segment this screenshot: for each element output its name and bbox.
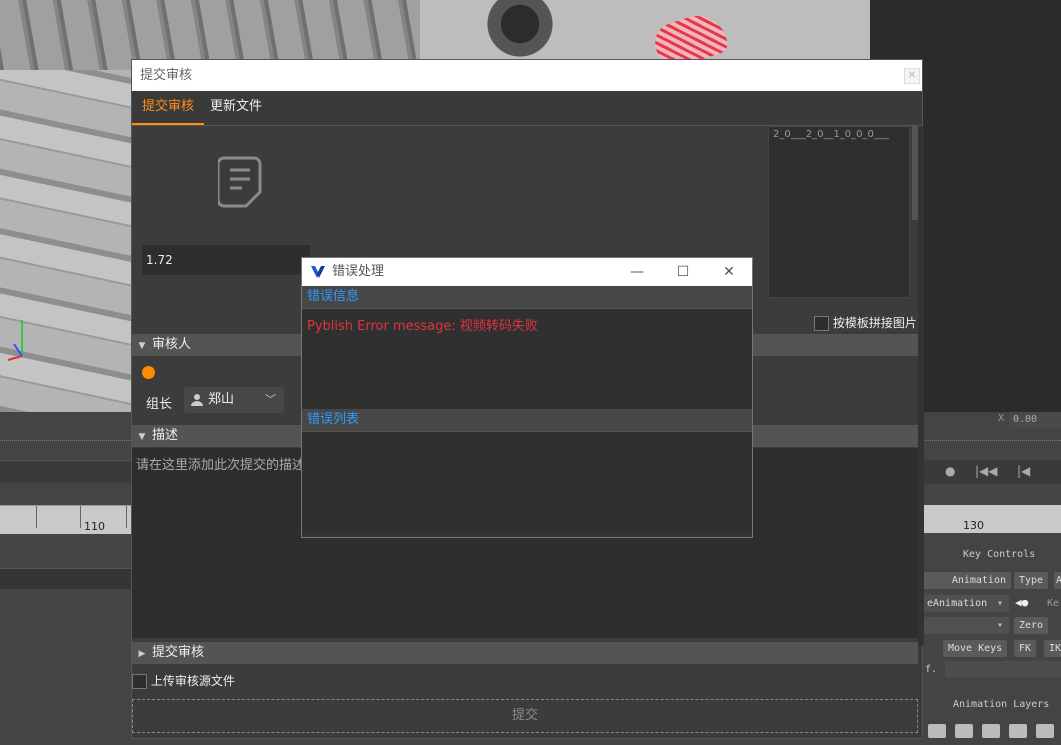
key-label: Ke	[1047, 598, 1060, 609]
close-icon[interactable]: ✕	[904, 68, 920, 84]
tab-submit-review[interactable]: 提交审核	[132, 91, 205, 125]
app-logo-icon	[311, 266, 325, 278]
layer-tools	[928, 723, 1058, 742]
preview-filename: 2_0___2_0__1_0_0_0___	[773, 129, 889, 140]
template-stitch-checkbox[interactable]	[814, 316, 829, 331]
time-field[interactable]: 0.00	[1009, 412, 1061, 428]
error-list[interactable]	[302, 432, 752, 532]
template-stitch-label: 按模板拼接图片	[832, 316, 917, 330]
timeline-ruler[interactable]: 110	[0, 505, 131, 534]
chevron-down-icon: ▾	[997, 620, 1004, 631]
chevron-down-icon: ﹀	[265, 393, 276, 406]
time-axis-label: X	[998, 413, 1005, 424]
type-button-extra[interactable]: A	[1054, 572, 1061, 589]
ik-button[interactable]: IK	[1044, 640, 1061, 657]
go-to-start-icon[interactable]: |◀◀	[975, 464, 998, 478]
record-icon[interactable]: ●	[945, 464, 955, 478]
dialog-titlebar[interactable]: 错误处理 — ☐ ✕	[302, 258, 752, 286]
key-controls-title: Key Controls	[963, 549, 1036, 560]
caret-down-icon: ▼	[138, 432, 146, 442]
axis-gizmo-icon	[7, 320, 23, 361]
maximize-icon[interactable]: ☐	[660, 258, 706, 286]
upload-source-label: 上传审核源文件	[150, 674, 235, 688]
role-label: 组长	[146, 397, 173, 412]
time-slider-track[interactable]	[0, 460, 131, 483]
timeline-left-row	[0, 568, 131, 589]
description-placeholder: 请在这里添加此次提交的描述	[136, 458, 306, 473]
merge-down-icon[interactable]	[982, 724, 1001, 738]
caret-right-icon: ▶	[138, 649, 146, 659]
description-section-label: 描述	[152, 428, 179, 443]
close-icon[interactable]: ✕	[706, 258, 752, 286]
layer-stack-icon[interactable]	[928, 724, 946, 738]
chevron-down-icon: ▾	[997, 598, 1004, 609]
trash-icon[interactable]	[955, 724, 974, 738]
user-icon	[191, 394, 203, 406]
reviewer-status-dot	[142, 366, 155, 379]
submit-button[interactable]: 提交	[132, 699, 918, 733]
reviewers-section-label: 审核人	[152, 337, 192, 352]
error-message: Pyblish Error message: 视频转码失败	[302, 309, 752, 409]
caret-down-icon: ▼	[138, 341, 146, 351]
preview-panel: 2_0___2_0__1_0_0_0___	[768, 126, 910, 298]
submit-section-label: 提交审核	[152, 645, 205, 660]
key-controls-panel: X 0.00 ● |◀◀ |◀ Key Controls Animation T…	[923, 412, 1061, 745]
layers-icon[interactable]	[1009, 724, 1028, 738]
error-list-header: 错误列表	[302, 409, 752, 432]
animation-layers-title: Animation Layers	[953, 699, 1050, 710]
f-label: f.	[925, 664, 938, 675]
reviewer-name: 郑山	[208, 392, 235, 407]
animation-button[interactable]: Animation	[923, 572, 1011, 589]
move-keys-button[interactable]: Move Keys	[943, 640, 1008, 657]
ruler-tick-label: 110	[84, 520, 105, 533]
zero-button[interactable]: Zero	[1014, 617, 1049, 634]
error-info-header: 错误信息	[302, 286, 752, 309]
version-input[interactable]: 1.72	[142, 245, 310, 275]
transport-controls: ● |◀◀ |◀	[923, 460, 1061, 484]
type-button[interactable]: Type	[1014, 572, 1049, 589]
minimize-icon[interactable]: —	[614, 258, 660, 286]
key-toggle-icon[interactable]: ◀●	[1015, 596, 1028, 609]
fk-button[interactable]: FK	[1014, 640, 1037, 657]
tab-bar: 提交审核 更新文件	[132, 91, 922, 126]
reviewer-select[interactable]: 郑山 ﹀	[184, 387, 284, 413]
step-back-icon[interactable]: |◀	[1017, 464, 1030, 478]
window-scrollbar[interactable]	[918, 126, 924, 646]
template-stitch-option[interactable]: 按模板拼接图片	[814, 314, 917, 331]
error-dialog: 错误处理 — ☐ ✕ 错误信息 Pyblish Error message: 视…	[301, 257, 753, 538]
dialog-title: 错误处理	[332, 264, 385, 279]
f-field[interactable]	[945, 661, 1061, 677]
upload-source-option[interactable]: 上传审核源文件	[132, 672, 235, 689]
upload-source-checkbox[interactable]	[132, 674, 147, 689]
layers-copy-icon[interactable]	[1036, 724, 1055, 738]
submit-section-header[interactable]: ▶ 提交审核	[132, 642, 918, 664]
window-titlebar[interactable]: 提交审核 ✕	[132, 60, 922, 91]
window-title: 提交审核	[140, 68, 193, 83]
character-head	[480, 0, 560, 60]
tab-update-files[interactable]: 更新文件	[200, 91, 272, 123]
document-icon	[218, 156, 262, 208]
